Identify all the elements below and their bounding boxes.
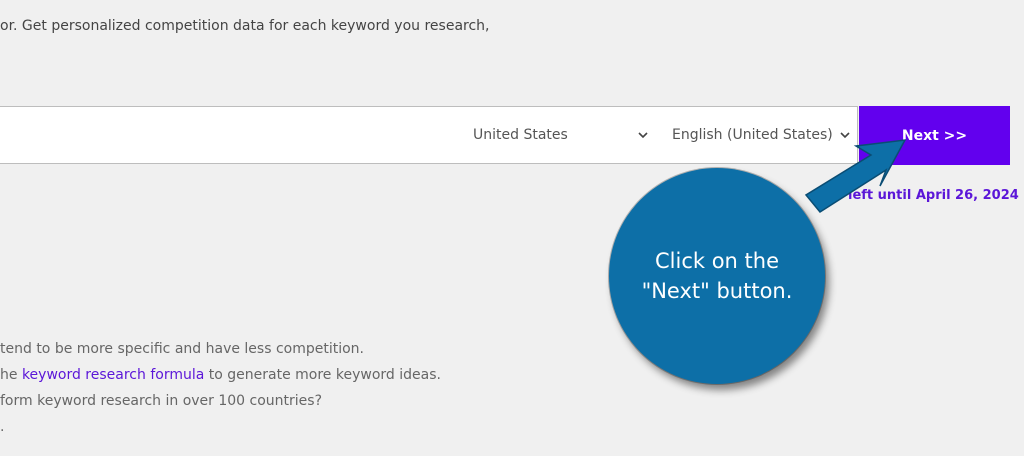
chevron-down-icon (840, 132, 850, 139)
language-select[interactable]: English (United States) (672, 107, 857, 163)
tip-line: form keyword research in over 100 countr… (0, 393, 323, 409)
country-select[interactable]: United States (473, 107, 655, 163)
tip-line: . (0, 419, 5, 435)
tips-list: tend to be more specific and have less c… (0, 339, 441, 443)
tip-line: tend to be more specific and have less c… (0, 341, 365, 357)
next-button[interactable]: Next >> (859, 106, 1010, 165)
callout-text: Click on the "Next" button. (641, 249, 793, 303)
callout-bubble: Click on the "Next" button. (609, 168, 825, 384)
tip-line: he keyword research formula to generate … (0, 367, 441, 383)
language-select-value: English (United States) (672, 127, 833, 143)
intro-text: or. Get personalized competition data fo… (0, 18, 490, 34)
quota-text: left until April 26, 2024 (848, 188, 1019, 203)
keyword-research-formula-link[interactable]: keyword research formula (22, 367, 204, 383)
chevron-down-icon (638, 132, 648, 139)
search-bar: United States English (United States) (0, 106, 858, 164)
country-select-value: United States (473, 127, 568, 143)
